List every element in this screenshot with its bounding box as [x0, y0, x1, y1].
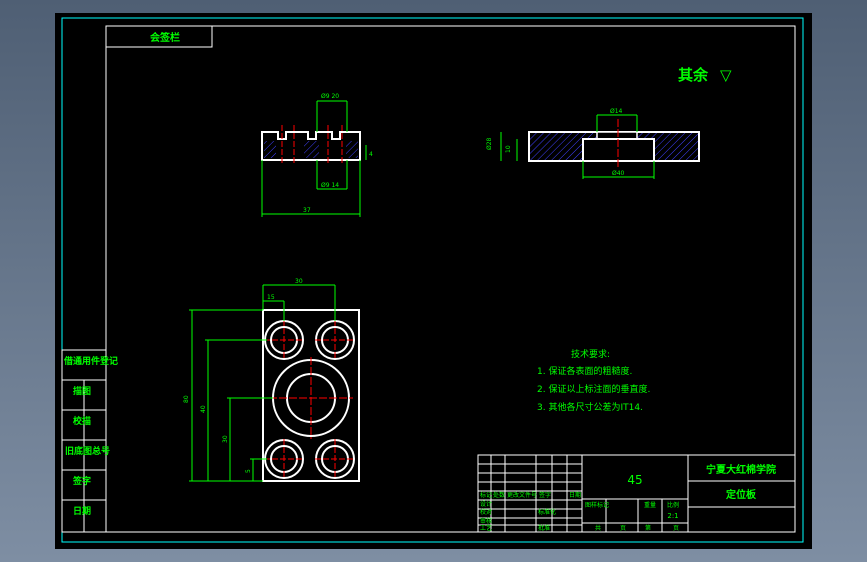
dim-depth: 4: [369, 151, 373, 158]
front-view: 30 15 80 40 30 5: [183, 278, 360, 482]
title-part-name: 定位板: [726, 488, 757, 501]
tech-item-3: 3. 其他各尺寸公差为IT14.: [537, 401, 643, 413]
dim-front-5: 5: [245, 469, 252, 473]
roughness-note: 其余: [678, 66, 709, 84]
hole-top-right: [315, 320, 355, 360]
dim-width: 37: [303, 207, 311, 214]
hole-bottom-right: [315, 439, 355, 479]
dim-front-30: 30: [295, 278, 303, 285]
tb-row-label-mark: 标记: [480, 491, 492, 499]
inner-frame: [105, 25, 796, 533]
tech-item-1: 1. 保证各表面的粗糙度.: [537, 365, 632, 377]
title-school: 宁夏大红棉学院: [706, 463, 776, 476]
dim-hole-large: Ø40: [612, 170, 625, 177]
title-material: 45: [627, 473, 642, 487]
tb-col-scale: 比例: [667, 501, 679, 509]
tb-sheet-total: 共: [595, 524, 601, 532]
side-label-old-base: 旧底图总号: [65, 445, 110, 457]
signature-tab-label: 会签栏: [150, 31, 180, 44]
tb-role-check: 校对: [480, 508, 492, 516]
dim-left-1: Ø28: [486, 137, 493, 150]
title-scale: 2:1: [667, 512, 678, 520]
tb-col-weight: 重量: [644, 501, 656, 509]
tb-sheet-page1: 页: [620, 525, 626, 532]
hole-center: [269, 357, 353, 439]
tb-row-label-sign: 签字: [539, 491, 551, 499]
hole-bottom-left: [264, 439, 304, 479]
tb-sheet-page2: 页: [673, 525, 679, 532]
tb-role-approve: 批准: [538, 524, 550, 532]
hole-top-left: [264, 320, 304, 360]
side-label-sign: 签字: [72, 475, 91, 487]
top-view: Ø9 20 Ø9 14 4 37: [261, 93, 373, 217]
tb-role-process: 工艺: [480, 524, 492, 532]
dim-left-2: 10: [505, 145, 512, 153]
tech-title: 技术要求:: [571, 348, 610, 360]
side-label-check: 校描: [73, 415, 91, 427]
dim-front-30v: 30: [222, 435, 229, 443]
dim-top-hole: Ø9 20: [321, 93, 339, 100]
tech-item-2: 2. 保证以上标注面的垂直度.: [537, 383, 650, 395]
dim-bottom-hole: Ø9 14: [321, 182, 339, 189]
tb-row-label-change: 更改文件号: [507, 491, 537, 499]
side-column: 借通用件登记 描图 校描 旧底图总号 签字 日期: [61, 349, 118, 533]
tb-row-label-date: 日期: [569, 491, 581, 499]
dim-front-40: 40: [200, 405, 207, 413]
dim-front-15: 15: [267, 294, 275, 301]
tb-role-design: 设计: [480, 500, 492, 508]
roughness-symbol: ▽: [720, 66, 732, 84]
dim-hole-small: Ø14: [610, 108, 623, 115]
side-label-date: 日期: [73, 505, 91, 517]
section-view: Ø14 Ø40 Ø28 10: [486, 108, 700, 179]
side-label-registry: 借通用件登记: [63, 355, 118, 367]
tb-role-standard: 标准化: [538, 508, 556, 516]
engineering-drawing: 会签栏 其余 ▽ 借通用件登记 描图 校描 旧底图总号 签字 日期 Ø9 20: [61, 17, 804, 543]
dim-front-80: 80: [183, 395, 190, 403]
tb-col-pattern: 图样标记: [585, 501, 609, 509]
tech-requirements: 技术要求: 1. 保证各表面的粗糙度. 2. 保证以上标注面的垂直度. 3. 其…: [537, 348, 650, 413]
tb-role-review: 审核: [480, 517, 492, 525]
tb-row-label-count: 处数: [493, 491, 505, 499]
tb-sheet-no: 第: [645, 524, 651, 532]
outer-border: [61, 17, 804, 543]
side-label-tracing: 描图: [73, 385, 91, 397]
